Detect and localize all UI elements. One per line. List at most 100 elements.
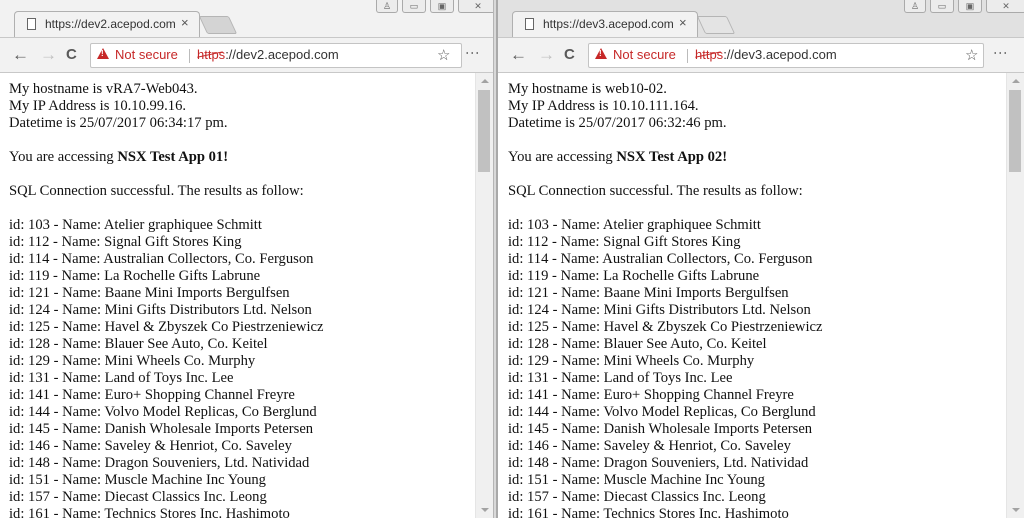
tab-title: https://dev2.acepod.com	[45, 17, 176, 31]
page-viewport: My hostname is web10-02. My IP Address i…	[498, 73, 1006, 518]
bookmark-star-icon[interactable]: ☆	[965, 46, 978, 64]
result-row: id: 124 - Name: Mini Gifts Distributors …	[9, 302, 312, 318]
accessing-line: You are accessing NSX Test App 01!	[9, 149, 229, 165]
back-button[interactable]: ←	[12, 45, 29, 65]
scroll-down-icon[interactable]	[1012, 508, 1020, 512]
address-bar[interactable]: ! Not secure https://dev3.acepod.com ☆	[588, 43, 984, 68]
result-row: id: 125 - Name: Havel & Zbyszek Co Piest…	[508, 319, 823, 335]
page-content: My hostname is web10-02. My IP Address i…	[498, 73, 1006, 518]
hostname-line: My hostname is vRA7-Web043.	[9, 81, 198, 97]
browser-window-right: https://dev3.acepod.com × ♙ ▭ ▣ ✕ ← → C …	[496, 0, 1024, 518]
minimize-icon: ▭	[937, 1, 947, 11]
scroll-thumb[interactable]	[478, 90, 490, 172]
maximize-button[interactable]: ▣	[430, 0, 454, 13]
security-indicator[interactable]: Not secure	[115, 47, 178, 62]
scroll-up-icon[interactable]	[481, 79, 489, 83]
maximize-button[interactable]: ▣	[958, 0, 982, 13]
sql-status-line: SQL Connection successful. The results a…	[508, 183, 803, 199]
new-tab-button[interactable]	[696, 16, 736, 34]
url-host: ://dev3.acepod.com	[723, 47, 837, 62]
separator	[687, 49, 688, 63]
browser-tab[interactable]: https://dev2.acepod.com ×	[14, 11, 200, 38]
result-row: id: 145 - Name: Danish Wholesale Imports…	[508, 421, 813, 437]
ip-line: My IP Address is 10.10.111.164.	[508, 98, 699, 114]
profile-icon: ♙	[910, 1, 920, 11]
result-row: id: 121 - Name: Baane Mini Imports Bergu…	[9, 285, 290, 301]
vertical-scrollbar[interactable]	[1006, 73, 1024, 518]
window-close-button[interactable]: ✕	[986, 0, 1024, 13]
url-scheme: https	[695, 47, 724, 62]
scroll-up-icon[interactable]	[1012, 79, 1020, 83]
profile-button[interactable]: ♙	[904, 0, 926, 13]
browser-toolbar: ← → C ! Not secure https://dev3.acepod.c…	[498, 37, 1024, 73]
browser-toolbar: ← → C ! Not secure https://dev2.acepod.c…	[0, 37, 493, 73]
result-row: id: 157 - Name: Diecast Classics Inc. Le…	[508, 489, 766, 505]
result-row: id: 144 - Name: Volvo Model Replicas, Co…	[508, 404, 816, 420]
window-close-icon: ✕	[474, 1, 482, 11]
forward-button[interactable]: →	[538, 45, 555, 65]
browser-window-left: https://dev2.acepod.com × ♙ ▭ ▣ ✕ ← → C …	[0, 0, 494, 518]
back-button[interactable]: ←	[510, 45, 527, 65]
result-row: id: 131 - Name: Land of Toys Inc. Lee	[9, 370, 234, 386]
page-content: My hostname is vRA7-Web043. My IP Addres…	[0, 73, 475, 518]
result-row: id: 114 - Name: Australian Collectors, C…	[508, 251, 813, 267]
result-row: id: 124 - Name: Mini Gifts Distributors …	[508, 302, 811, 318]
app-name: NSX Test App 01!	[117, 149, 229, 165]
reload-button[interactable]: C	[564, 45, 575, 65]
hostname-line: My hostname is web10-02.	[508, 81, 667, 97]
result-row: id: 131 - Name: Land of Toys Inc. Lee	[508, 370, 733, 386]
result-row: id: 151 - Name: Muscle Machine Inc Young	[508, 472, 765, 488]
result-row: id: 151 - Name: Muscle Machine Inc Young	[9, 472, 266, 488]
result-row: id: 161 - Name: Technics Stores Inc. Has…	[508, 506, 789, 518]
reload-button[interactable]: C	[66, 45, 77, 65]
result-row: id: 129 - Name: Mini Wheels Co. Murphy	[508, 353, 755, 369]
new-tab-button[interactable]	[198, 16, 238, 34]
tab-close-icon[interactable]: ×	[181, 15, 189, 30]
app-name: NSX Test App 02!	[616, 149, 728, 165]
security-indicator[interactable]: Not secure	[613, 47, 676, 62]
document-icon	[525, 18, 534, 30]
menu-icon[interactable]: ⋮	[993, 46, 1009, 60]
result-row: id: 119 - Name: La Rochelle Gifts Labrun…	[9, 268, 261, 284]
url-text[interactable]: https://dev3.acepod.com	[695, 47, 837, 62]
results-list: id: 103 - Name: Atelier graphiquee Schmi…	[508, 217, 1006, 518]
result-row: id: 141 - Name: Euro+ Shopping Channel F…	[9, 387, 295, 403]
document-icon	[27, 18, 36, 30]
result-row: id: 112 - Name: Signal Gift Stores King	[9, 234, 242, 250]
forward-button[interactable]: →	[40, 45, 57, 65]
result-row: id: 144 - Name: Volvo Model Replicas, Co…	[9, 404, 317, 420]
tab-close-icon[interactable]: ×	[679, 15, 687, 30]
vertical-scrollbar[interactable]	[475, 73, 493, 518]
sql-status-line: SQL Connection successful. The results a…	[9, 183, 304, 199]
result-row: id: 148 - Name: Dragon Souveniers, Ltd. …	[9, 455, 310, 471]
tab-strip: https://dev3.acepod.com × ♙ ▭ ▣ ✕	[498, 0, 1024, 38]
separator	[189, 49, 190, 63]
url-text[interactable]: https://dev2.acepod.com	[197, 47, 339, 62]
bookmark-star-icon[interactable]: ☆	[437, 46, 450, 64]
maximize-icon: ▣	[965, 1, 975, 11]
window-close-button[interactable]: ✕	[458, 0, 493, 13]
maximize-icon: ▣	[437, 1, 447, 11]
result-row: id: 103 - Name: Atelier graphiquee Schmi…	[9, 217, 262, 233]
result-row: id: 128 - Name: Blauer See Auto, Co. Kei…	[508, 336, 767, 352]
result-row: id: 148 - Name: Dragon Souveniers, Ltd. …	[508, 455, 809, 471]
scroll-down-icon[interactable]	[481, 508, 489, 512]
result-row: id: 157 - Name: Diecast Classics Inc. Le…	[9, 489, 267, 505]
result-row: id: 129 - Name: Mini Wheels Co. Murphy	[9, 353, 256, 369]
result-row: id: 141 - Name: Euro+ Shopping Channel F…	[508, 387, 794, 403]
scroll-thumb[interactable]	[1009, 90, 1021, 172]
profile-button[interactable]: ♙	[376, 0, 398, 13]
browser-tab[interactable]: https://dev3.acepod.com ×	[512, 11, 698, 38]
result-row: id: 146 - Name: Saveley & Henriot, Co. S…	[508, 438, 791, 454]
result-row: id: 119 - Name: La Rochelle Gifts Labrun…	[508, 268, 760, 284]
datetime-line: Datetime is 25/07/2017 06:32:46 pm.	[508, 115, 727, 131]
minimize-button[interactable]: ▭	[930, 0, 954, 13]
address-bar[interactable]: ! Not secure https://dev2.acepod.com ☆	[90, 43, 462, 68]
minimize-button[interactable]: ▭	[402, 0, 426, 13]
url-scheme: https	[197, 47, 226, 62]
menu-icon[interactable]: ⋮	[465, 46, 481, 60]
accessing-line: You are accessing NSX Test App 02!	[508, 149, 728, 165]
result-row: id: 112 - Name: Signal Gift Stores King	[508, 234, 741, 250]
result-row: id: 121 - Name: Baane Mini Imports Bergu…	[508, 285, 789, 301]
minimize-icon: ▭	[409, 1, 419, 11]
